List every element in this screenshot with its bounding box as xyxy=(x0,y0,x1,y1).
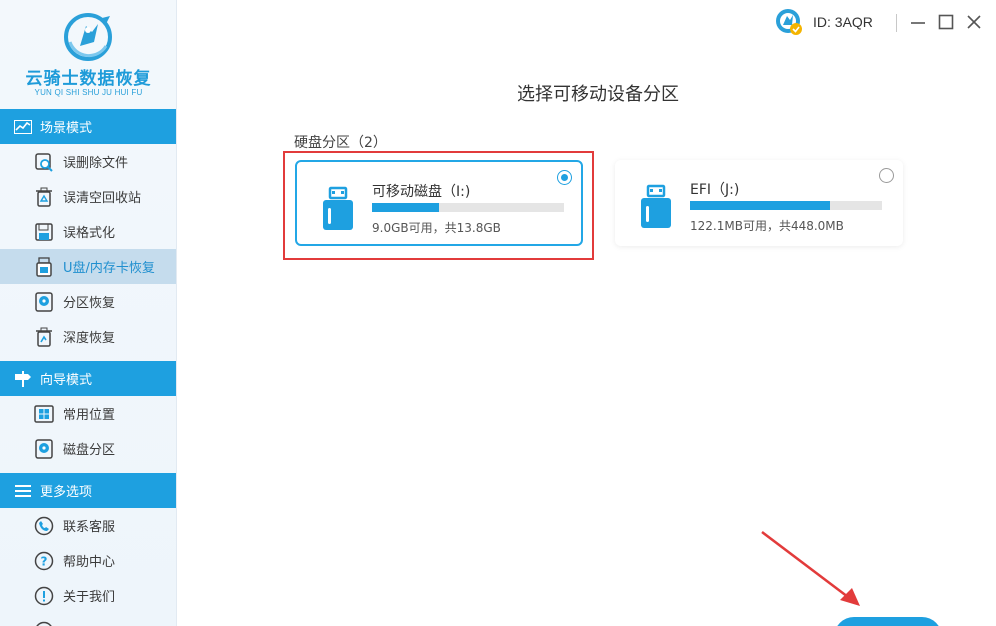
sidebar-item-format[interactable]: 误格式化 xyxy=(0,214,176,249)
section-title: 场景模式 xyxy=(40,121,93,136)
sidebar-item-deep-recovery[interactable]: 深度恢复 xyxy=(0,319,176,354)
partition-card-efi[interactable]: EFI（J:) 122.1MB可用，共448.0MB xyxy=(615,160,903,246)
sidebar-item-label: 磁盘分区 xyxy=(63,443,116,458)
sidebar-item-help-center[interactable]: ? 帮助中心 xyxy=(0,543,176,578)
section-header-scene-mode: 场景模式 xyxy=(0,109,176,144)
recycle-bin-icon xyxy=(34,187,54,207)
disk-icon xyxy=(34,438,54,459)
partition-group-label: 硬盘分区（2） xyxy=(294,135,387,151)
chart-icon xyxy=(14,119,32,135)
section-title: 更多选项 xyxy=(40,485,93,500)
section-title: 向导模式 xyxy=(40,373,93,388)
sidebar-item-usb-recovery[interactable]: U盘/内存卡恢复 xyxy=(0,249,176,284)
sidebar-item-about-us[interactable]: 关于我们 xyxy=(0,578,176,613)
sidebar-item-common-locations[interactable]: 常用位置 xyxy=(0,396,176,431)
app-subtitle: YUN QI SHI SHU JU HUI FU xyxy=(34,88,143,97)
sidebar-item-contact-support[interactable]: 联系客服 xyxy=(0,508,176,543)
titlebar-divider xyxy=(896,14,897,32)
settings-icon xyxy=(34,621,54,626)
app-logo: 云骑士数据恢复 YUN QI SHI SHU JU HUI FU xyxy=(0,0,176,108)
maximize-icon xyxy=(938,14,954,30)
sidebar-item-label: 常用位置 xyxy=(63,408,116,423)
svg-text:?: ? xyxy=(41,554,48,568)
usb-drive-icon xyxy=(34,256,54,277)
sidebar-item-label: 帮助中心 xyxy=(63,555,116,570)
floppy-icon xyxy=(34,222,54,242)
minimize-button[interactable] xyxy=(908,12,928,32)
sidebar-item-label: 误清空回收站 xyxy=(63,191,142,206)
red-arrow-annotation xyxy=(761,531,860,606)
sidebar-item-recycle-bin[interactable]: 误清空回收站 xyxy=(0,179,176,214)
sidebar-item-label: 误格式化 xyxy=(63,226,116,241)
account-info[interactable]: ID: 3AQR xyxy=(775,8,873,36)
file-scan-icon xyxy=(34,152,54,172)
partition-radio-unselected[interactable] xyxy=(879,168,894,183)
partition-capacity: 122.1MB可用，共448.0MB xyxy=(690,219,844,233)
sidebar-item-label: 误删除文件 xyxy=(63,156,129,171)
signpost-icon xyxy=(14,370,32,387)
info-icon xyxy=(34,586,54,606)
usage-bar-fill xyxy=(690,201,831,210)
close-button[interactable] xyxy=(964,12,984,32)
section-header-more-options: 更多选项 xyxy=(0,473,176,508)
section-header-wizard-mode: 向导模式 xyxy=(0,361,176,396)
sidebar-item-label: 联系客服 xyxy=(63,520,116,535)
phone-icon xyxy=(34,516,54,536)
close-icon xyxy=(967,15,981,29)
sidebar-item-deleted-files[interactable]: 误删除文件 xyxy=(0,144,176,179)
windows-icon xyxy=(34,404,54,424)
partition-name: EFI（J:) xyxy=(690,182,740,198)
sidebar-item-label: 分区恢复 xyxy=(63,296,116,311)
sidebar-item-partial[interactable] xyxy=(0,613,176,626)
selection-highlight-box xyxy=(283,151,594,260)
user-id: ID: 3AQR xyxy=(813,14,873,30)
app-title: 云骑士数据恢复 xyxy=(25,69,152,89)
sidebar-item-label: U盘/内存卡恢复 xyxy=(63,261,155,276)
usb-drive-icon xyxy=(641,184,671,228)
sidebar: 云骑士数据恢复 YUN QI SHI SHU JU HUI FU 场景模式 误删… xyxy=(0,0,177,626)
user-avatar-icon xyxy=(776,9,802,35)
trash-restore-icon xyxy=(34,327,54,347)
sidebar-item-disk-partition[interactable]: 磁盘分区 xyxy=(0,431,176,466)
sidebar-item-label: 关于我们 xyxy=(63,590,116,605)
minimize-icon xyxy=(911,22,925,24)
next-button[interactable] xyxy=(834,617,942,626)
usage-bar xyxy=(690,201,882,210)
help-icon: ? xyxy=(34,551,54,571)
sidebar-item-label: 深度恢复 xyxy=(63,331,116,346)
page-title: 选择可移动设备分区 xyxy=(517,84,679,105)
maximize-button[interactable] xyxy=(936,12,956,32)
menu-icon xyxy=(14,483,32,499)
sidebar-item-partition-recovery[interactable]: 分区恢复 xyxy=(0,284,176,319)
knight-logo-icon xyxy=(64,13,112,61)
disk-icon xyxy=(34,291,54,312)
